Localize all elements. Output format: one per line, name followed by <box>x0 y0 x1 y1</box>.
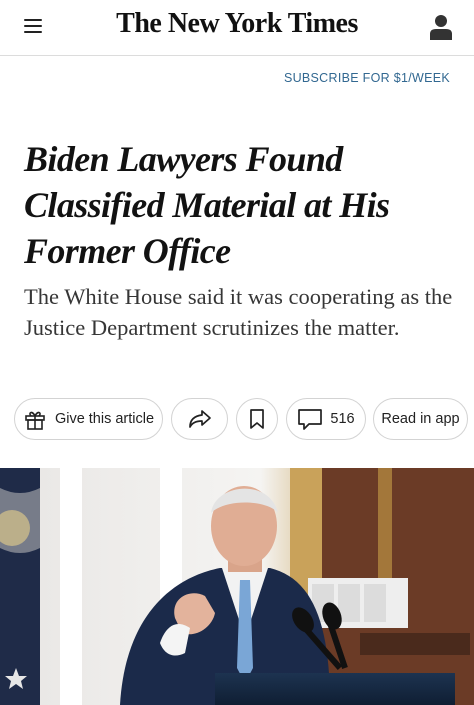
share-button[interactable] <box>171 398 228 440</box>
gift-icon <box>23 407 47 431</box>
save-button[interactable] <box>236 398 278 440</box>
top-navigation-bar: The New York Times <box>0 0 474 56</box>
lead-photo <box>0 468 474 705</box>
article-headline: Biden Lawyers Found Classified Material … <box>24 139 390 271</box>
bookmark-icon <box>248 408 266 430</box>
comment-bubble-icon <box>297 408 323 430</box>
article-summary: The White House said it was cooperating … <box>24 284 453 340</box>
share-arrow-icon <box>187 408 213 430</box>
give-article-label: Give this article <box>54 411 155 427</box>
article-action-bar: Give this article 516 Read in app <box>14 398 468 442</box>
hamburger-menu-icon[interactable] <box>22 16 46 38</box>
comment-count: 516 <box>330 411 355 427</box>
comments-button[interactable]: 516 <box>286 398 366 440</box>
user-account-icon[interactable] <box>426 12 456 42</box>
nyt-logo[interactable]: The New York Times <box>0 8 474 40</box>
give-article-button[interactable]: Give this article <box>14 398 163 440</box>
subscribe-link[interactable]: SUBSCRIBE FOR $1/WEEK <box>284 71 450 85</box>
read-in-app-button[interactable]: Read in app <box>373 398 468 440</box>
